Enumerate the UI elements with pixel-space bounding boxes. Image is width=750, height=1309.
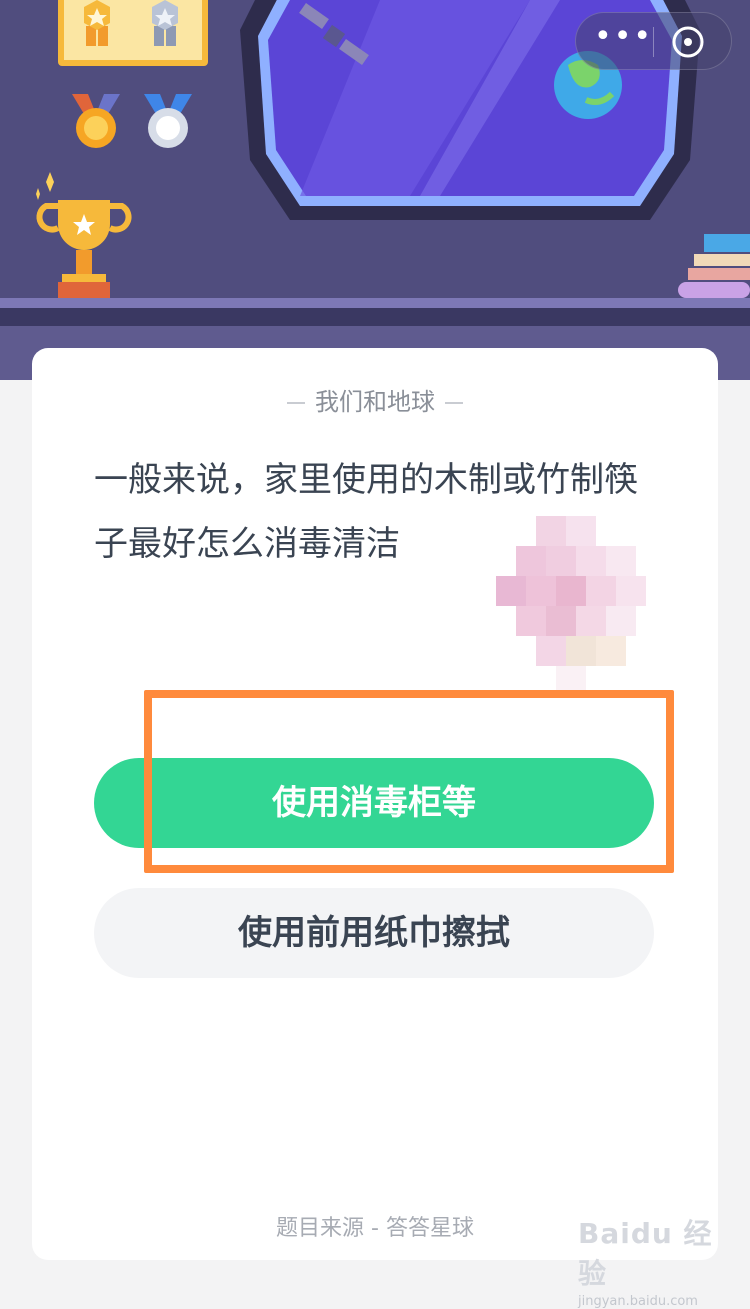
watermark-main: Baidu 经验: [578, 1217, 713, 1290]
shelf-front: [0, 308, 750, 326]
answer-highlight-box: [144, 690, 674, 873]
silver-medal-icon: [144, 94, 192, 148]
baidu-watermark: Baidu 经验 jingyan.baidu.com: [578, 1212, 738, 1309]
close-circle-icon[interactable]: [671, 25, 705, 59]
question-category: 我们和地球: [32, 382, 718, 417]
category-dash-left: [287, 402, 305, 404]
framed-medals-icon: [84, 0, 178, 46]
badge-frame: [58, 0, 208, 66]
question-card: 我们和地球 一般来说，家里使用的木制或竹制筷子最好怎么消毒清洁 使用消毒柜等 使…: [32, 348, 718, 1260]
category-label: 我们和地球: [315, 388, 435, 416]
pixelated-mascot: [496, 516, 646, 696]
books-icon: [678, 234, 750, 298]
watermark-sub: jingyan.baidu.com: [578, 1294, 698, 1309]
category-dash-right: [445, 402, 463, 404]
capsule-menu: •••: [575, 12, 732, 70]
capsule-divider: [653, 27, 654, 57]
header-illustration: •••: [0, 0, 750, 380]
trophy-icon: [36, 172, 132, 298]
shelf-top: [0, 298, 750, 308]
more-dots-icon[interactable]: •••: [594, 22, 651, 53]
option-b-button[interactable]: 使用前用纸巾擦拭: [94, 888, 654, 978]
bronze-medal-icon: [72, 94, 120, 148]
